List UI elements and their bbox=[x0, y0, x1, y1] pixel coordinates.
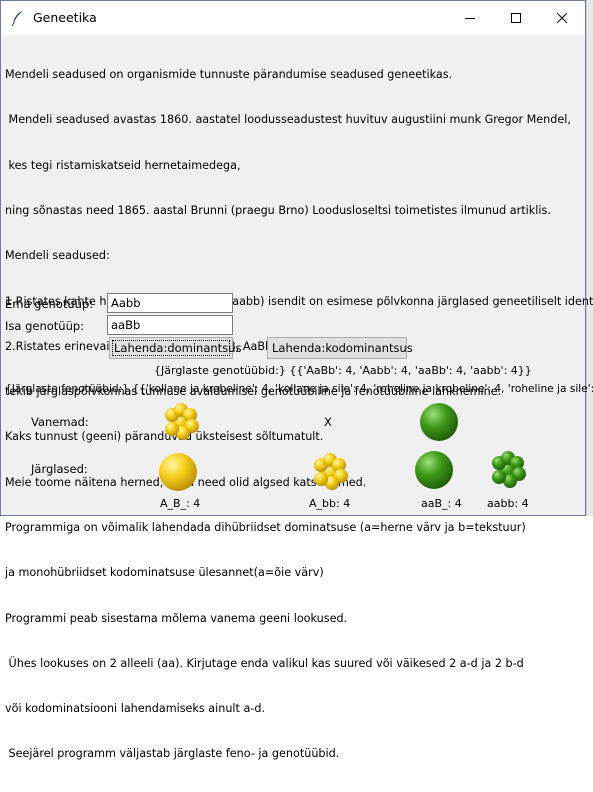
minimize-button[interactable] bbox=[447, 1, 493, 35]
maximize-button[interactable] bbox=[493, 1, 539, 35]
minimize-icon bbox=[465, 18, 475, 19]
background-window-edge bbox=[586, 0, 593, 516]
solve-codominance-button[interactable]: Lahenda:kodominantsus bbox=[267, 337, 413, 359]
feather-icon bbox=[9, 9, 27, 27]
info-line: või kodominatsiooni lahendamiseks ainult… bbox=[5, 702, 266, 716]
client-area: Mendeli seadused on organismide tunnuste… bbox=[1, 35, 593, 760]
yellow-smooth-pea-icon bbox=[157, 451, 199, 493]
father-genotype-label: Isa genotüüp: bbox=[5, 319, 85, 333]
window-title: Geneetika bbox=[33, 10, 97, 25]
yellow-wrinkled-pea-icon bbox=[306, 449, 354, 495]
info-line: Kaks tunnust (geeni) päranduvad üksteise… bbox=[5, 430, 324, 444]
info-text: Mendeli seadused on organismide tunnuste… bbox=[5, 37, 593, 792]
info-line: Mendeli seadused: bbox=[5, 249, 110, 263]
mother-genotype-label: Ema genotüüp: bbox=[5, 297, 94, 311]
info-line: Seejärel programm väljastab järglaste fe… bbox=[5, 747, 340, 761]
offspring-count-label: aabb: 4 bbox=[487, 497, 529, 510]
yellow-wrinkled-pea-icon bbox=[157, 399, 205, 445]
mother-genotype-input[interactable] bbox=[107, 293, 233, 313]
info-line: Mendeli seadused on organismide tunnuste… bbox=[5, 68, 453, 82]
parents-label: Vanemad: bbox=[31, 415, 89, 429]
title-bar[interactable]: Geneetika bbox=[1, 1, 585, 35]
info-line: Programmiga on võimalik lahendada dihübr… bbox=[5, 521, 526, 534]
offspring-label: Järglased: bbox=[31, 462, 88, 476]
info-line: Programmi peab sisestama mõlema vanema g… bbox=[5, 611, 348, 625]
offspring-count-label: A_bb: 4 bbox=[309, 497, 351, 510]
green-wrinkled-pea-icon bbox=[484, 447, 532, 493]
offspring-count-label: aaB_: 4 bbox=[421, 497, 462, 510]
green-smooth-pea-icon bbox=[413, 449, 455, 491]
app-window: Geneetika Mendeli seadused on organismid… bbox=[0, 0, 593, 760]
father-genotype-input[interactable] bbox=[107, 315, 233, 335]
offspring-genotypes-result: {Järglaste genotüübid:} {{'AaBb': 4, 'Aa… bbox=[154, 364, 532, 377]
green-smooth-pea-icon bbox=[418, 401, 460, 443]
info-line: ning sõnastas need 1865. aastal Brunni (… bbox=[5, 204, 551, 218]
offspring-count-label: A_B_: 4 bbox=[160, 497, 201, 510]
solve-dominance-button[interactable]: Lahenda:dominantsus bbox=[109, 337, 241, 359]
close-icon bbox=[556, 12, 568, 24]
info-line: Mendeli seadused avastas 1860. aastatel … bbox=[5, 113, 571, 127]
offspring-phenotypes-result: {Järglaste fenotüübid:} {{'kollane ja kr… bbox=[5, 383, 593, 395]
info-line: Ühes lookuses on 2 alleeli (aa). Kirjuta… bbox=[5, 656, 524, 670]
info-line: kes tegi ristamiskatseid hernetaimedega, bbox=[5, 158, 241, 172]
cross-symbol: X bbox=[324, 415, 332, 429]
close-button[interactable] bbox=[539, 1, 585, 35]
maximize-icon bbox=[511, 13, 521, 23]
info-line: ja monohübriidset kodominatsuse ülesanne… bbox=[5, 566, 324, 580]
